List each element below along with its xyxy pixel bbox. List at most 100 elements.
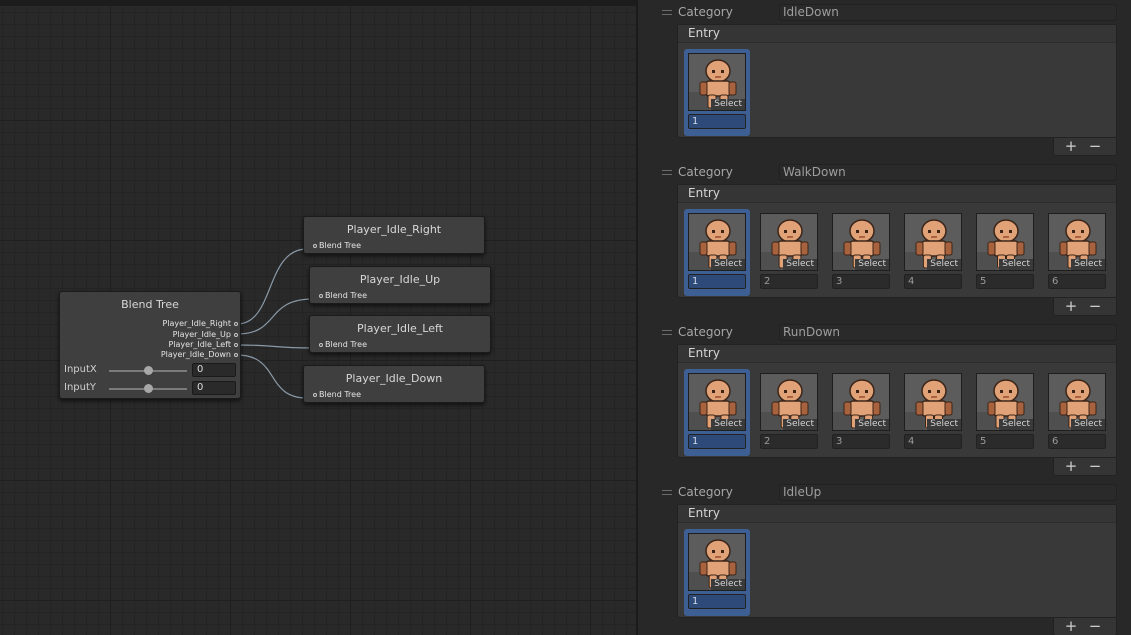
sprite-preview[interactable]: Select [1048, 373, 1106, 431]
select-button[interactable]: Select [999, 259, 1033, 270]
select-button[interactable]: Select [711, 419, 745, 430]
slider-thumb[interactable] [144, 366, 153, 375]
port-dot-icon[interactable] [319, 293, 323, 298]
entry-index-field[interactable]: 6 [1048, 274, 1106, 289]
clip-node-idle-up[interactable]: Player_Idle_Up Blend Tree [309, 266, 491, 304]
entry-index-field[interactable]: 6 [1048, 434, 1106, 449]
sprite-preview[interactable]: Select [832, 373, 890, 431]
entry-index-field[interactable]: 4 [904, 274, 962, 289]
port-dot-icon[interactable] [234, 352, 238, 357]
port-dot-icon[interactable] [319, 342, 323, 347]
select-button[interactable]: Select [711, 99, 745, 110]
entry-index-field[interactable]: 4 [904, 434, 962, 449]
entry-index-field[interactable]: 2 [760, 434, 818, 449]
entry-index-field[interactable]: 5 [976, 274, 1034, 289]
entry-index-field[interactable]: 3 [832, 434, 890, 449]
sprite-entry[interactable]: Select 4 [900, 209, 966, 296]
entry-index-field[interactable]: 1 [688, 274, 746, 289]
category-name-field[interactable]: WalkDown [779, 164, 1117, 181]
select-button[interactable]: Select [927, 419, 961, 430]
entry-index-field[interactable]: 5 [976, 434, 1034, 449]
sprite-entry[interactable]: Select 5 [972, 209, 1038, 296]
sprite-preview[interactable]: Select [832, 213, 890, 271]
clip-node-idle-left[interactable]: Player_Idle_Left Blend Tree [309, 315, 491, 353]
category-name-field[interactable]: IdleDown [779, 4, 1117, 21]
sprite-preview[interactable]: Select [904, 373, 962, 431]
sprite-entry[interactable]: Select 1 [684, 369, 750, 456]
sprite-entry[interactable]: Select 1 [684, 49, 750, 136]
select-button[interactable]: Select [711, 579, 745, 590]
clip-node-idle-right[interactable]: Player_Idle_Right Blend Tree [303, 216, 485, 254]
drag-handle-icon[interactable] [662, 330, 672, 335]
sprite-entry[interactable]: Select 5 [972, 369, 1038, 456]
entry-index-field[interactable]: 1 [688, 114, 746, 129]
select-button[interactable]: Select [783, 259, 817, 270]
clip-input-port[interactable]: Blend Tree [319, 340, 367, 349]
sprite-preview[interactable]: Select [1048, 213, 1106, 271]
select-button[interactable]: Select [855, 419, 889, 430]
inputx-slider[interactable] [109, 366, 187, 375]
category-name-field[interactable]: RunDown [779, 324, 1117, 341]
remove-entry-button[interactable]: − [1084, 138, 1106, 154]
entry-index-field[interactable]: 1 [688, 594, 746, 609]
sprite-entry[interactable]: Select 3 [828, 209, 894, 296]
sprite-preview[interactable]: Select [904, 213, 962, 271]
clip-node-idle-down[interactable]: Player_Idle_Down Blend Tree [303, 365, 485, 403]
entry-index-field[interactable]: 1 [688, 434, 746, 449]
sprite-entry[interactable]: Select 3 [828, 369, 894, 456]
select-button[interactable]: Select [1071, 259, 1105, 270]
sprite-entry[interactable]: Select 6 [1044, 369, 1110, 456]
select-button[interactable]: Select [999, 419, 1033, 430]
add-entry-button[interactable]: + [1060, 618, 1082, 634]
entry-index-field[interactable]: 2 [760, 274, 818, 289]
remove-entry-button[interactable]: − [1084, 618, 1106, 634]
select-button[interactable]: Select [783, 419, 817, 430]
remove-entry-button[interactable]: − [1084, 298, 1106, 314]
sprite-preview[interactable]: Select [688, 53, 746, 111]
output-port-idle-left[interactable]: Player_Idle_Left [168, 340, 238, 349]
sprite-preview[interactable]: Select [688, 373, 746, 431]
sprite-preview[interactable]: Select [760, 373, 818, 431]
add-entry-button[interactable]: + [1060, 138, 1082, 154]
output-port-idle-right[interactable]: Player_Idle_Right [162, 319, 238, 328]
inputy-slider[interactable] [109, 384, 187, 393]
sprite-entry[interactable]: Select 1 [684, 529, 750, 616]
select-button[interactable]: Select [711, 259, 745, 270]
clip-input-port[interactable]: Blend Tree [313, 390, 361, 399]
add-entry-button[interactable]: + [1060, 298, 1082, 314]
clip-input-port[interactable]: Blend Tree [313, 241, 361, 250]
clip-input-port[interactable]: Blend Tree [319, 291, 367, 300]
drag-handle-icon[interactable] [662, 170, 672, 175]
select-button[interactable]: Select [927, 259, 961, 270]
port-dot-icon[interactable] [234, 321, 238, 326]
port-dot-icon[interactable] [234, 332, 238, 337]
port-dot-icon[interactable] [234, 342, 238, 347]
slider-thumb[interactable] [144, 384, 153, 393]
sprite-preview[interactable]: Select [976, 213, 1034, 271]
sprite-preview[interactable]: Select [688, 213, 746, 271]
sprite-preview[interactable]: Select [760, 213, 818, 271]
sprite-preview[interactable]: Select [688, 533, 746, 591]
animator-graph-panel[interactable]: Blend Tree Player_Idle_Right Player_Idle… [0, 0, 636, 635]
port-dot-icon[interactable] [313, 392, 317, 397]
sprite-preview[interactable]: Select [976, 373, 1034, 431]
inputx-field[interactable]: 0 [192, 363, 236, 377]
entry-index-field[interactable]: 3 [832, 274, 890, 289]
drag-handle-icon[interactable] [662, 490, 672, 495]
sprite-entry[interactable]: Select 2 [756, 209, 822, 296]
output-port-idle-down[interactable]: Player_Idle_Down [161, 350, 238, 359]
category-name-field[interactable]: IdleUp [779, 484, 1117, 501]
sprite-entry[interactable]: Select 4 [900, 369, 966, 456]
output-port-idle-up[interactable]: Player_Idle_Up [173, 330, 238, 339]
remove-entry-button[interactable]: − [1084, 458, 1106, 474]
sprite-entry[interactable]: Select 6 [1044, 209, 1110, 296]
sprite-entry[interactable]: Select 2 [756, 369, 822, 456]
add-entry-button[interactable]: + [1060, 458, 1082, 474]
drag-handle-icon[interactable] [662, 10, 672, 15]
select-button[interactable]: Select [855, 259, 889, 270]
inputy-field[interactable]: 0 [192, 381, 236, 395]
sprite-entry[interactable]: Select 1 [684, 209, 750, 296]
select-button[interactable]: Select [1071, 419, 1105, 430]
blend-tree-node[interactable]: Blend Tree Player_Idle_Right Player_Idle… [59, 291, 241, 399]
port-dot-icon[interactable] [313, 243, 317, 248]
